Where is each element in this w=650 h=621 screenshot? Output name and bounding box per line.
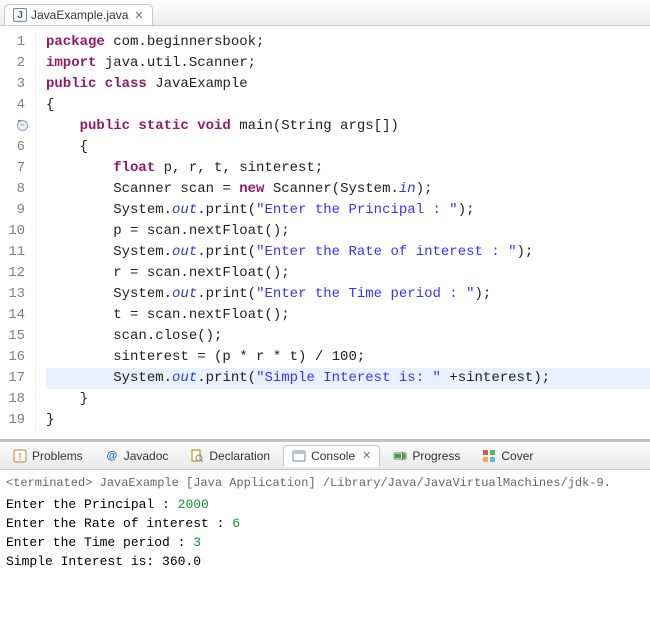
line-number: 6 bbox=[6, 137, 25, 158]
bottom-tab-bar: ! Problems @ Javadoc Declaration Console… bbox=[0, 442, 650, 470]
line-number: 19 bbox=[6, 410, 25, 431]
line-number: 8 bbox=[6, 179, 25, 200]
code-line[interactable]: p = scan.nextFloat(); bbox=[46, 221, 650, 242]
tab-declaration[interactable]: Declaration bbox=[181, 445, 279, 467]
code-editor[interactable]: 12345–678910111213141516171819 package c… bbox=[0, 26, 650, 439]
code-line[interactable]: System.out.print("Enter the Principal : … bbox=[46, 200, 650, 221]
console-process-header: <terminated> JavaExample [Java Applicati… bbox=[6, 474, 644, 493]
line-number: 16 bbox=[6, 347, 25, 368]
line-number: 10 bbox=[6, 221, 25, 242]
javadoc-icon: @ bbox=[105, 449, 119, 463]
code-line[interactable]: r = scan.nextFloat(); bbox=[46, 263, 650, 284]
code-line[interactable]: public static void main(String args[]) bbox=[46, 116, 650, 137]
code-line[interactable]: scan.close(); bbox=[46, 326, 650, 347]
tab-progress[interactable]: Progress bbox=[384, 445, 469, 467]
tab-label: Declaration bbox=[209, 449, 270, 463]
line-number: 2 bbox=[6, 53, 25, 74]
tab-label: Javadoc bbox=[124, 449, 169, 463]
code-line[interactable]: { bbox=[46, 137, 650, 158]
tab-problems[interactable]: ! Problems bbox=[4, 445, 92, 467]
editor-tab-javaexample[interactable]: J JavaExample.java ✕ bbox=[4, 4, 153, 25]
close-icon[interactable]: ✕ bbox=[362, 449, 371, 462]
line-number: 12 bbox=[6, 263, 25, 284]
line-number: 1 bbox=[6, 32, 25, 53]
line-number-gutter: 12345–678910111213141516171819 bbox=[0, 32, 36, 431]
code-body[interactable]: package com.beginnersbook;import java.ut… bbox=[36, 32, 650, 431]
line-number: 4 bbox=[6, 95, 25, 116]
line-number: 14 bbox=[6, 305, 25, 326]
line-number: 7 bbox=[6, 158, 25, 179]
console-line: Enter the Principal : 2000 bbox=[6, 495, 644, 514]
declaration-icon bbox=[190, 449, 204, 463]
tab-label: Cover bbox=[501, 449, 533, 463]
code-line[interactable]: { bbox=[46, 95, 650, 116]
line-number: 18 bbox=[6, 389, 25, 410]
console-line: Enter the Rate of interest : 6 bbox=[6, 514, 644, 533]
progress-icon bbox=[393, 449, 407, 463]
line-number: 17 bbox=[6, 368, 25, 389]
bottom-panel: ! Problems @ Javadoc Declaration Console… bbox=[0, 440, 650, 575]
line-number: 13 bbox=[6, 284, 25, 305]
coverage-icon bbox=[482, 449, 496, 463]
code-line[interactable]: float p, r, t, sinterest; bbox=[46, 158, 650, 179]
editor-tab-label: JavaExample.java bbox=[31, 8, 128, 22]
tab-console[interactable]: Console ✕ bbox=[283, 445, 380, 467]
editor-pane: J JavaExample.java ✕ 12345–6789101112131… bbox=[0, 0, 650, 440]
code-line[interactable]: System.out.print("Simple Interest is: " … bbox=[46, 368, 650, 389]
console-lines: Enter the Principal : 2000Enter the Rate… bbox=[6, 495, 644, 571]
tab-label: Progress bbox=[412, 449, 460, 463]
code-line[interactable]: System.out.print("Enter the Rate of inte… bbox=[46, 242, 650, 263]
code-line[interactable]: import java.util.Scanner; bbox=[46, 53, 650, 74]
problems-icon: ! bbox=[13, 449, 27, 463]
tab-label: Problems bbox=[32, 449, 83, 463]
line-number: 3 bbox=[6, 74, 25, 95]
console-line: Simple Interest is: 360.0 bbox=[6, 552, 644, 571]
code-line[interactable]: } bbox=[46, 389, 650, 410]
editor-tab-bar: J JavaExample.java ✕ bbox=[0, 0, 650, 26]
line-number: 5– bbox=[6, 116, 25, 137]
tab-label: Console bbox=[311, 449, 355, 463]
svg-text:!: ! bbox=[19, 452, 22, 463]
console-output[interactable]: <terminated> JavaExample [Java Applicati… bbox=[0, 470, 650, 575]
code-line[interactable]: sinterest = (p * r * t) / 100; bbox=[46, 347, 650, 368]
java-file-icon: J bbox=[13, 8, 27, 22]
code-line[interactable]: } bbox=[46, 410, 650, 431]
code-line[interactable]: t = scan.nextFloat(); bbox=[46, 305, 650, 326]
code-line[interactable]: Scanner scan = new Scanner(System.in); bbox=[46, 179, 650, 200]
console-icon bbox=[292, 449, 306, 463]
line-number: 9 bbox=[6, 200, 25, 221]
close-icon[interactable]: ✕ bbox=[134, 9, 143, 22]
fold-toggle-icon[interactable]: – bbox=[17, 120, 28, 131]
line-number: 15 bbox=[6, 326, 25, 347]
tab-coverage[interactable]: Cover bbox=[473, 445, 542, 467]
code-line[interactable]: package com.beginnersbook; bbox=[46, 32, 650, 53]
code-line[interactable]: System.out.print("Enter the Time period … bbox=[46, 284, 650, 305]
tab-javadoc[interactable]: @ Javadoc bbox=[96, 445, 178, 467]
line-number: 11 bbox=[6, 242, 25, 263]
console-line: Enter the Time period : 3 bbox=[6, 533, 644, 552]
code-line[interactable]: public class JavaExample bbox=[46, 74, 650, 95]
